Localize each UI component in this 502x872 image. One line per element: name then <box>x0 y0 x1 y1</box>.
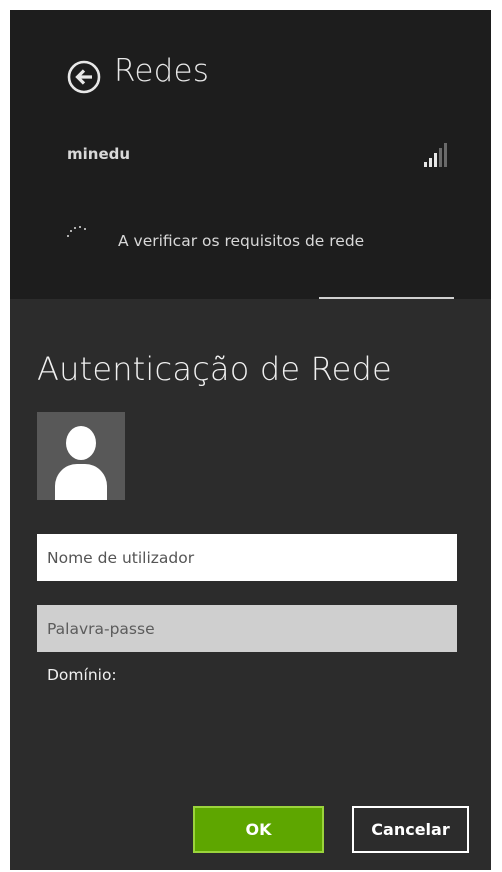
arrow-left-circle-icon <box>67 60 101 94</box>
user-avatar-icon <box>37 412 125 500</box>
network-auth-dialog: Autenticação de Rede Domínio: OK Cancela… <box>10 299 491 870</box>
cancel-button[interactable]: Cancelar <box>352 806 469 853</box>
ok-button[interactable]: OK <box>193 806 324 853</box>
dialog-title: Autenticação de Rede <box>37 350 392 388</box>
loading-dots-icon <box>66 224 88 238</box>
back-button[interactable] <box>67 60 101 94</box>
network-name[interactable]: minedu <box>67 145 130 163</box>
username-input[interactable] <box>37 534 457 581</box>
networks-title: Redes <box>114 53 210 89</box>
app-window: Redes minedu A verificar os requisitos d… <box>10 10 491 870</box>
signal-strength-icon <box>424 143 452 167</box>
domain-label: Domínio: <box>47 666 117 684</box>
password-input[interactable] <box>37 605 457 652</box>
connection-status-text: A verificar os requisitos de rede <box>118 232 365 250</box>
networks-panel: Redes minedu A verificar os requisitos d… <box>10 10 491 298</box>
